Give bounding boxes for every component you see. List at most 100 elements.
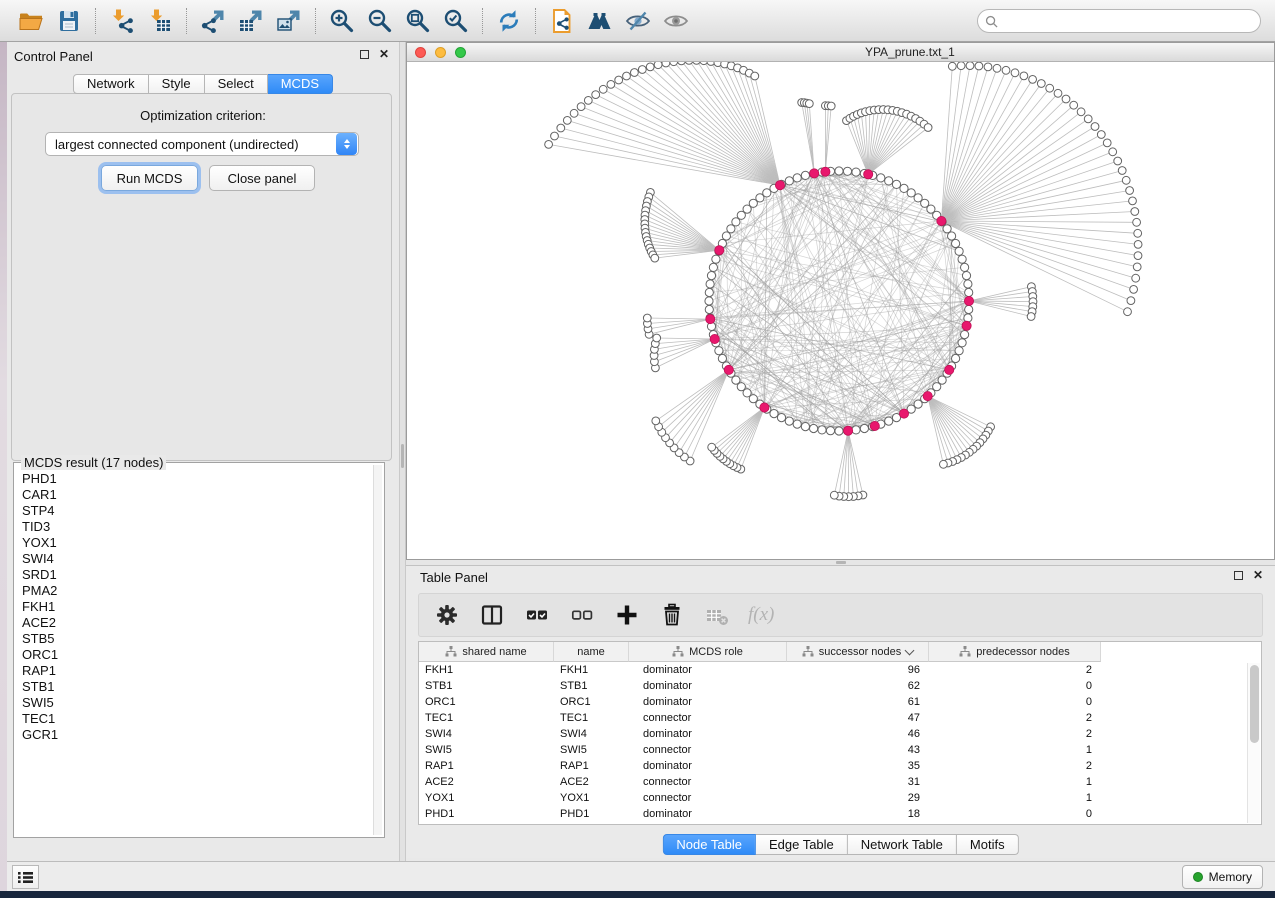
mcds-result-item[interactable]: STP4 — [22, 503, 383, 519]
mcds-result-item[interactable]: CAR1 — [22, 487, 383, 503]
table-row[interactable]: TEC1TEC1connector472 — [419, 710, 1261, 726]
import-network-icon[interactable] — [103, 4, 141, 38]
mcds-result-item[interactable]: ORC1 — [22, 647, 383, 663]
maximize-window-icon[interactable] — [455, 47, 466, 58]
mcds-result-item[interactable]: FKH1 — [22, 599, 383, 615]
table-cell: 29 — [787, 790, 929, 806]
tab-network-table[interactable]: Network Table — [848, 834, 957, 855]
table-cell: dominator — [629, 662, 787, 678]
vertical-splitter[interactable] — [399, 42, 406, 861]
table-cell: YOX1 — [554, 790, 629, 806]
import-table-icon[interactable] — [141, 4, 179, 38]
mcds-result-list[interactable]: PHD1CAR1STP4TID3YOX1SWI4SRD1PMA2FKH1ACE2… — [15, 464, 383, 836]
mcds-result-item[interactable]: YOX1 — [22, 535, 383, 551]
table-row[interactable]: PHD1PHD1dominator180 — [419, 806, 1261, 822]
table-row[interactable]: YOX1YOX1connector291 — [419, 790, 1261, 806]
export-image-icon[interactable] — [270, 4, 308, 38]
column-header-MCDS-role[interactable]: MCDS role — [629, 642, 787, 662]
search-box[interactable] — [977, 9, 1261, 33]
network-window-titlebar[interactable]: YPA_prune.txt_1 — [407, 43, 1274, 62]
zoom-selected-icon[interactable] — [437, 4, 475, 38]
table-row[interactable]: FKH1FKH1dominator962 — [419, 662, 1261, 678]
tab-network[interactable]: Network — [73, 74, 149, 94]
destroy-table-icon[interactable] — [703, 601, 731, 629]
table-scrollbar-thumb[interactable] — [1250, 665, 1259, 743]
tab-edge-table[interactable]: Edge Table — [756, 834, 848, 855]
optimization-criterion-label: Optimization criterion: — [7, 108, 399, 123]
add-icon[interactable] — [613, 601, 641, 629]
table-cell: connector — [629, 742, 787, 758]
close-table-panel-icon[interactable]: ✕ — [1253, 571, 1263, 580]
table-row[interactable]: STB1STB1dominator620 — [419, 678, 1261, 694]
column-header-successor-nodes[interactable]: successor nodes — [787, 642, 929, 662]
column-header-shared-name[interactable]: shared name — [419, 642, 554, 662]
task-history-button[interactable] — [12, 865, 39, 889]
table-cell: 2 — [929, 758, 1101, 774]
mcds-result-item[interactable]: SRD1 — [22, 567, 383, 583]
close-window-icon[interactable] — [415, 47, 426, 58]
table-cell: 2 — [929, 726, 1101, 742]
columns-icon[interactable] — [478, 601, 506, 629]
save-icon[interactable] — [50, 4, 88, 38]
table-tabs: Node TableEdge TableNetwork TableMotifs — [662, 834, 1018, 855]
mcds-result-item[interactable]: SWI5 — [22, 695, 383, 711]
table-cell: dominator — [629, 806, 787, 822]
table-row[interactable]: SWI4SWI4dominator462 — [419, 726, 1261, 742]
table-cell: connector — [629, 710, 787, 726]
mcds-result-item[interactable]: TID3 — [22, 519, 383, 535]
select-all-icon[interactable] — [523, 601, 551, 629]
optimization-criterion-dropdown[interactable]: largest connected component (undirected) — [45, 132, 359, 156]
sort-desc-icon — [905, 645, 915, 655]
deselect-all-icon[interactable] — [568, 601, 596, 629]
run-mcds-button[interactable]: Run MCDS — [101, 165, 198, 191]
tab-select[interactable]: Select — [205, 74, 268, 94]
memory-label: Memory — [1209, 870, 1252, 884]
tab-style[interactable]: Style — [149, 74, 205, 94]
mcds-result-item[interactable]: STB1 — [22, 679, 383, 695]
table-row[interactable]: ORC1ORC1dominator610 — [419, 694, 1261, 710]
delete-icon[interactable] — [658, 601, 686, 629]
mcds-result-item[interactable]: PMA2 — [22, 583, 383, 599]
search-input[interactable] — [1002, 14, 1260, 28]
close-panel-icon[interactable]: ✕ — [379, 50, 389, 59]
show-eye-icon[interactable] — [657, 4, 695, 38]
mcds-list-scrollbar[interactable] — [373, 465, 382, 835]
zoom-fit-icon[interactable] — [399, 4, 437, 38]
hide-eye-icon[interactable] — [619, 4, 657, 38]
table-row[interactable]: RAP1RAP1dominator352 — [419, 758, 1261, 774]
memory-button[interactable]: Memory — [1182, 865, 1263, 889]
search-objects-icon[interactable] — [581, 4, 619, 38]
mcds-result-item[interactable]: GCR1 — [22, 727, 383, 743]
open-icon[interactable] — [12, 4, 50, 38]
mcds-result-item[interactable]: ACE2 — [22, 615, 383, 631]
column-header-name[interactable]: name — [554, 642, 629, 662]
float-panel-icon[interactable] — [360, 50, 369, 59]
table-row[interactable]: SWI5SWI5connector431 — [419, 742, 1261, 758]
mcds-result-item[interactable]: RAP1 — [22, 663, 383, 679]
tab-node-table[interactable]: Node Table — [662, 834, 756, 855]
network-canvas[interactable] — [407, 62, 1274, 559]
mcds-result-item[interactable]: TEC1 — [22, 711, 383, 727]
network-graph[interactable] — [407, 62, 1274, 559]
minimize-window-icon[interactable] — [435, 47, 446, 58]
export-document-icon[interactable] — [543, 4, 581, 38]
float-table-panel-icon[interactable] — [1234, 571, 1243, 580]
tab-mcds[interactable]: MCDS — [268, 74, 333, 94]
toolbar-separator — [535, 8, 536, 34]
mcds-result-item[interactable]: SWI4 — [22, 551, 383, 567]
refresh-icon[interactable] — [490, 4, 528, 38]
table-cell: 1 — [929, 790, 1101, 806]
mcds-result-item[interactable]: STB5 — [22, 631, 383, 647]
table-row[interactable]: ACE2ACE2connector311 — [419, 774, 1261, 790]
column-header-predecessor-nodes[interactable]: predecessor nodes — [929, 642, 1101, 662]
gear-icon[interactable] — [433, 601, 461, 629]
close-panel-button[interactable]: Close panel — [209, 165, 315, 191]
mcds-result-item[interactable]: PHD1 — [22, 471, 383, 487]
zoom-out-icon[interactable] — [361, 4, 399, 38]
dropdown-stepper-icon — [336, 133, 357, 155]
zoom-in-icon[interactable] — [323, 4, 361, 38]
export-network-icon[interactable] — [194, 4, 232, 38]
export-table-icon[interactable] — [232, 4, 270, 38]
tab-motifs[interactable]: Motifs — [957, 834, 1019, 855]
table-scrollbar[interactable] — [1247, 663, 1260, 823]
